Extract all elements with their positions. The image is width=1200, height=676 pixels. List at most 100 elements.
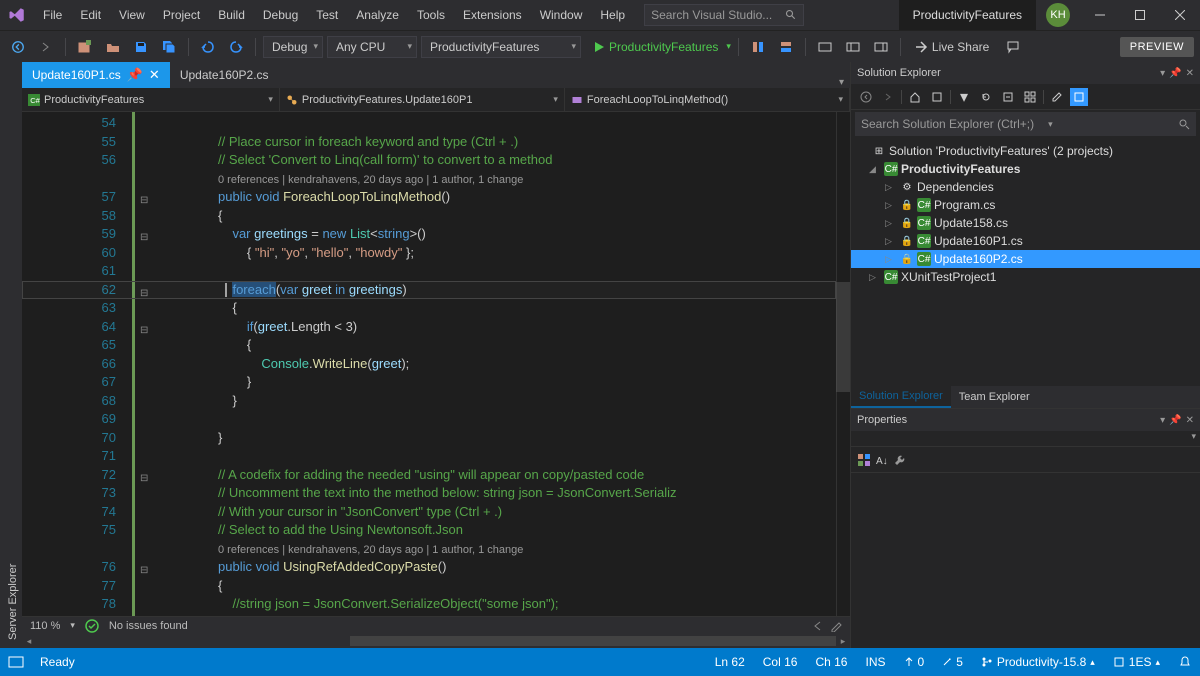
fold-icon[interactable]: ⊟ bbox=[140, 470, 148, 489]
fold-icon[interactable]: ⊟ bbox=[140, 322, 148, 341]
tree-project2-node[interactable]: ▷C#XUnitTestProject1 bbox=[851, 268, 1200, 286]
solution-tree[interactable]: ⊞Solution 'ProductivityFeatures' (2 proj… bbox=[851, 138, 1200, 386]
startup-combo[interactable]: ProductivityFeatures bbox=[421, 36, 581, 58]
tree-file-node[interactable]: ▷🔒C#Update158.cs bbox=[851, 214, 1200, 232]
props-categorized-icon[interactable] bbox=[857, 453, 871, 467]
vertical-scrollbar[interactable] bbox=[836, 112, 850, 616]
menu-file[interactable]: File bbox=[34, 0, 71, 30]
server-explorer-tab[interactable]: Server Explorer bbox=[4, 62, 22, 648]
status-commits-up[interactable]: 0 bbox=[904, 655, 925, 669]
status-ch[interactable]: Ch 16 bbox=[815, 655, 847, 669]
menu-help[interactable]: Help bbox=[591, 0, 634, 30]
toolbox-tab[interactable]: Toolbox bbox=[0, 62, 4, 648]
platform-combo[interactable]: Any CPU bbox=[327, 36, 417, 58]
se-fwd-icon[interactable] bbox=[879, 88, 897, 106]
tree-solution-node[interactable]: ⊞Solution 'ProductivityFeatures' (2 proj… bbox=[851, 142, 1200, 160]
se-preview-icon[interactable] bbox=[1070, 88, 1088, 106]
menu-edit[interactable]: Edit bbox=[71, 0, 110, 30]
status-repo[interactable]: 1ES▴ bbox=[1113, 655, 1160, 669]
tree-file-node[interactable]: ▷🔒C#Update160P1.cs bbox=[851, 232, 1200, 250]
menu-analyze[interactable]: Analyze bbox=[347, 0, 408, 30]
live-share-button[interactable]: Live Share bbox=[914, 40, 989, 54]
feedback-icon[interactable] bbox=[1001, 35, 1025, 59]
status-changes[interactable]: 5 bbox=[942, 655, 963, 669]
nav-back-button[interactable] bbox=[6, 35, 30, 59]
nav-scope-combo[interactable]: C# ProductivityFeatures bbox=[22, 88, 280, 111]
notifications-icon[interactable] bbox=[1178, 655, 1192, 669]
se-back-icon[interactable] bbox=[857, 88, 875, 106]
maximize-button[interactable] bbox=[1120, 0, 1160, 30]
se-collapse-icon[interactable] bbox=[999, 88, 1017, 106]
nav-fwd-button[interactable] bbox=[34, 35, 58, 59]
undo-button[interactable] bbox=[196, 35, 220, 59]
pin-icon[interactable]: 📌 bbox=[127, 67, 143, 83]
search-vs-input[interactable]: Search Visual Studio... bbox=[644, 4, 804, 26]
panel-dropdown-icon[interactable]: ▾ bbox=[1160, 68, 1165, 79]
se-properties-icon[interactable] bbox=[1048, 88, 1066, 106]
nav-member-combo[interactable]: ForeachLoopToLinqMethod() bbox=[565, 88, 850, 111]
status-line[interactable]: Ln 62 bbox=[715, 655, 745, 669]
status-ins[interactable]: INS bbox=[865, 655, 885, 669]
tool-icon-5[interactable] bbox=[869, 35, 893, 59]
doc-tab[interactable]: Update160P1.cs📌✕ bbox=[22, 62, 170, 88]
tool-icon-4[interactable] bbox=[841, 35, 865, 59]
tool-icon-3[interactable] bbox=[813, 35, 837, 59]
scroll-right-arrow[interactable]: ▸ bbox=[836, 634, 850, 648]
se-home-icon[interactable] bbox=[906, 88, 924, 106]
menu-debug[interactable]: Debug bbox=[254, 0, 307, 30]
config-combo[interactable]: Debug bbox=[263, 36, 323, 58]
nav-type-combo[interactable]: ProductivityFeatures.Update160P1 bbox=[280, 88, 565, 111]
output-icon[interactable] bbox=[8, 654, 24, 670]
props-wrench-icon[interactable] bbox=[893, 453, 907, 467]
menu-extensions[interactable]: Extensions bbox=[454, 0, 531, 30]
tool-icon-2[interactable] bbox=[774, 35, 798, 59]
zoom-level[interactable]: 110 % bbox=[30, 620, 60, 632]
tree-deps-node[interactable]: ▷⚙Dependencies bbox=[851, 178, 1200, 196]
solution-explorer-search[interactable]: Search Solution Explorer (Ctrl+;) ▾ bbox=[855, 112, 1196, 136]
tool-icon-1[interactable] bbox=[746, 35, 770, 59]
tree-file-node[interactable]: ▷🔒C#Program.cs bbox=[851, 196, 1200, 214]
fold-icon[interactable]: ⊟ bbox=[140, 229, 148, 248]
pin-icon[interactable]: 📌 bbox=[1169, 415, 1181, 426]
solution-explorer-tab[interactable]: Solution Explorer bbox=[851, 386, 951, 408]
panel-dropdown-icon[interactable]: ▾ bbox=[1160, 415, 1165, 426]
tab-overflow-icon[interactable]: ▾ bbox=[833, 77, 850, 88]
props-alpha-icon[interactable]: A↓ bbox=[875, 453, 889, 467]
close-button[interactable] bbox=[1160, 0, 1200, 30]
nav-prev-icon[interactable] bbox=[812, 620, 824, 632]
menu-project[interactable]: Project bbox=[154, 0, 209, 30]
open-file-button[interactable] bbox=[101, 35, 125, 59]
fold-icon[interactable]: ⊟ bbox=[140, 192, 148, 211]
menu-test[interactable]: Test bbox=[307, 0, 347, 30]
se-filter-icon[interactable]: ▾ bbox=[955, 88, 973, 106]
menu-window[interactable]: Window bbox=[531, 0, 592, 30]
horizontal-scrollbar[interactable]: ◂ ▸ bbox=[22, 634, 850, 648]
redo-button[interactable] bbox=[224, 35, 248, 59]
se-refresh-icon[interactable] bbox=[977, 88, 995, 106]
user-avatar[interactable]: KH bbox=[1046, 3, 1070, 27]
minimize-button[interactable] bbox=[1080, 0, 1120, 30]
menu-build[interactable]: Build bbox=[209, 0, 254, 30]
start-debug-button[interactable]: ProductivityFeatures ▾ bbox=[593, 40, 731, 54]
scroll-left-arrow[interactable]: ◂ bbox=[22, 634, 36, 648]
se-sync-icon[interactable] bbox=[928, 88, 946, 106]
save-button[interactable] bbox=[129, 35, 153, 59]
fold-icon[interactable]: ⊟ bbox=[140, 562, 148, 581]
pin-icon[interactable]: 📌 bbox=[1169, 68, 1181, 79]
menu-tools[interactable]: Tools bbox=[408, 0, 454, 30]
new-project-button[interactable] bbox=[73, 35, 97, 59]
panel-close-icon[interactable]: ✕ bbox=[1186, 68, 1194, 79]
pen-icon[interactable] bbox=[830, 620, 842, 632]
hscroll-thumb[interactable] bbox=[350, 636, 836, 646]
menu-view[interactable]: View bbox=[110, 0, 154, 30]
panel-close-icon[interactable]: ✕ bbox=[1186, 415, 1194, 426]
tree-project-node[interactable]: ◢C#ProductivityFeatures bbox=[851, 160, 1200, 178]
status-branch[interactable]: Productivity-15.8▴ bbox=[981, 655, 1095, 669]
doc-tab[interactable]: Update160P2.cs bbox=[170, 62, 279, 88]
scroll-thumb[interactable] bbox=[836, 282, 850, 392]
code-editor[interactable]: 54555657⊟5859⊟606162⊟6364⊟65666768697071… bbox=[22, 112, 850, 616]
close-tab-icon[interactable]: ✕ bbox=[149, 67, 160, 83]
status-col[interactable]: Col 16 bbox=[763, 655, 798, 669]
se-showall-icon[interactable] bbox=[1021, 88, 1039, 106]
tree-file-node[interactable]: ▷🔒C#Update160P2.cs bbox=[851, 250, 1200, 268]
